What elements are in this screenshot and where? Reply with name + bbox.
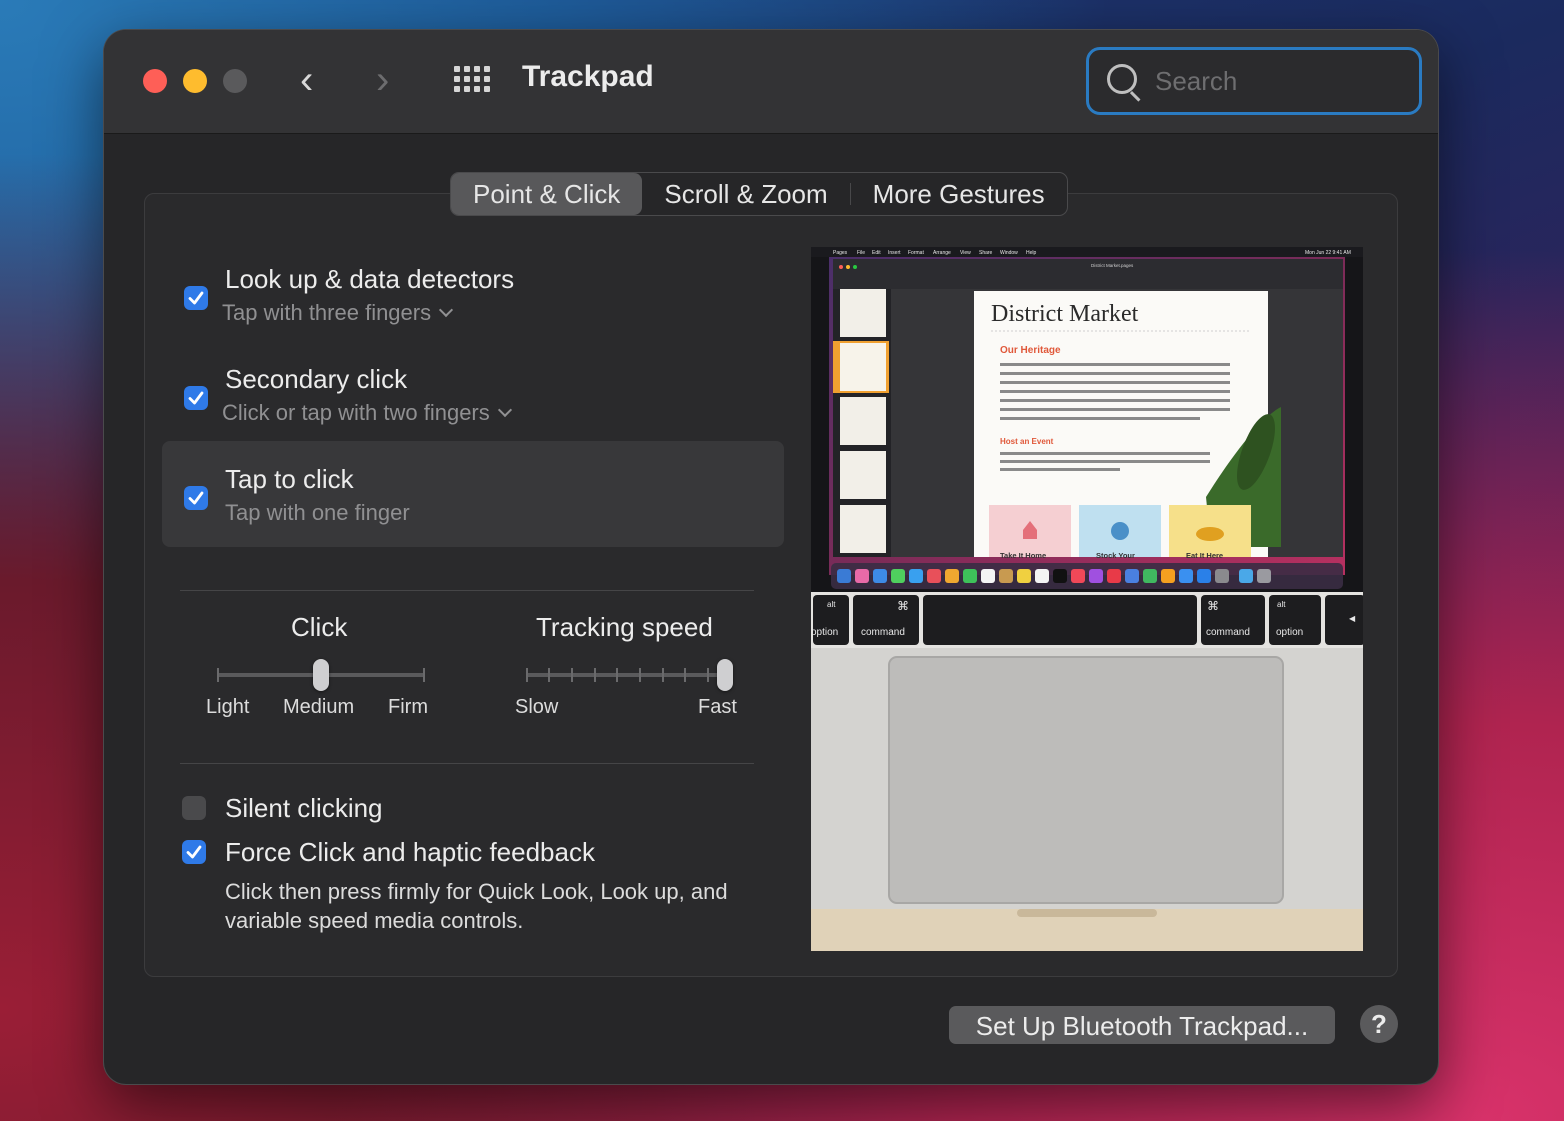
checkmark-icon [188,391,204,405]
menu-item: Help [1026,250,1037,256]
chevron-down-icon [497,402,512,418]
secondary-click-checkbox[interactable] [184,386,208,410]
show-all-grid-icon[interactable] [454,66,492,96]
force-click-title: Force Click and haptic feedback [225,837,595,867]
tracking-slow-label: Slow [515,696,559,718]
lookup-gesture-popup[interactable]: Tap with three fingers [222,300,454,326]
menu-item: File [857,250,865,256]
tab-bar: Point & Click Scroll & Zoom More Gesture… [450,172,1068,216]
click-slider-knob[interactable] [313,659,329,691]
slider-tick [639,668,641,682]
preview-card-label: Eat It Here [1186,551,1223,560]
macbook-preview-illustration: Pages File Edit Insert Format Arrange Vi… [811,247,1363,951]
search-field[interactable] [1086,47,1422,115]
search-input[interactable] [1153,60,1407,102]
menu-item: Insert [888,250,901,256]
lookup-subtitle: Tap with three fingers [222,300,432,325]
slider-tick [594,668,596,682]
slider-tick [571,668,573,682]
document-title: District Market [991,301,1139,327]
tracking-fast-label: Fast [698,696,737,718]
gesture-preview-video: Pages File Edit Insert Format Arrange Vi… [811,247,1363,951]
click-medium-label: Medium [283,696,355,718]
preview-card-label: Take It Home [1000,551,1046,560]
menu-item: Window [1000,250,1018,256]
tap-to-click-title: Tap to click [225,464,354,494]
document-heading: Host an Event [1000,437,1054,446]
document-name: District Market.pages [1091,263,1134,268]
setup-bluetooth-trackpad-button[interactable]: Set Up Bluetooth Trackpad... [949,1006,1335,1044]
chevron-down-icon [439,302,454,318]
tab-more-gestures[interactable]: More Gestures [851,173,1067,215]
preview-card-label: Stock Your [1096,551,1135,560]
command-symbol-icon: ⌘ [1207,599,1219,613]
secondary-click-gesture-popup[interactable]: Click or tap with two fingers [222,400,512,426]
key-alt-label: alt [1277,600,1286,609]
click-slider-title: Click [291,612,348,642]
slider-tick [526,668,528,682]
tap-to-click-checkbox[interactable] [184,486,208,510]
command-symbol-icon: ⌘ [897,599,909,613]
tracking-speed-knob[interactable] [717,659,733,691]
slider-tick [616,668,618,682]
key-alt-label: alt [827,600,836,609]
click-light-label: Light [206,696,250,718]
dock-icons [837,569,1271,583]
zoom-window-button[interactable] [223,69,247,93]
menu-item: Share [979,250,993,256]
lookup-checkbox[interactable] [184,286,208,310]
force-click-checkbox[interactable] [182,840,206,864]
checkmark-icon [186,845,202,859]
lookup-title: Look up & data detectors [225,264,515,294]
arrow-left-key-icon: ◀ [1349,614,1356,623]
tab-scroll-zoom[interactable]: Scroll & Zoom [642,173,849,215]
slider-tick [217,668,219,682]
window-title: Trackpad [522,60,654,93]
tab-point-click[interactable]: Point & Click [451,173,643,215]
slider-tick [684,668,686,682]
menu-item: Arrange [933,250,951,256]
slider-tick [423,668,425,682]
silent-clicking-checkbox[interactable] [182,796,206,820]
slider-tick [548,668,550,682]
help-button[interactable]: ? [1360,1005,1398,1043]
menu-item: Pages [833,250,848,256]
tracking-speed-track[interactable] [526,673,732,677]
back-arrow-icon[interactable]: ‹ [300,58,313,102]
close-window-button[interactable] [143,69,167,93]
forward-arrow-icon[interactable]: › [376,58,389,102]
force-click-description: Click then press firmly for Quick Look, … [225,879,728,933]
minimize-window-button[interactable] [183,69,207,93]
command-key-label: command [861,627,905,638]
menu-item: View [960,250,971,256]
click-firm-label: Firm [388,696,428,718]
tap-to-click-subtitle: Tap with one finger [225,500,410,525]
trackpad-window: ‹ › Trackpad Point & Click Scroll & Zoom… [104,30,1438,1084]
command-key-label: command [1206,627,1250,638]
divider [180,590,754,591]
slider-tick [707,668,709,682]
checkmark-icon [188,291,204,305]
tracking-speed-title: Tracking speed [536,612,713,642]
document-heading: Our Heritage [1000,345,1061,356]
menu-clock: Mon Jun 22 9:41 AM [1305,250,1351,256]
menu-item: Edit [872,250,881,256]
secondary-click-title: Secondary click [225,364,408,394]
option-key-label: option [1276,627,1303,638]
menu-item: Format [908,250,924,256]
search-icon [1107,64,1137,94]
slider-tick [662,668,664,682]
divider [180,763,754,764]
titlebar: ‹ › Trackpad [104,30,1438,134]
secondary-click-subtitle: Click or tap with two fingers [222,400,490,425]
checkmark-icon [188,491,204,505]
option-key-label: option [811,627,838,638]
trackpad-surface [888,656,1284,904]
silent-clicking-title: Silent clicking [225,793,383,823]
